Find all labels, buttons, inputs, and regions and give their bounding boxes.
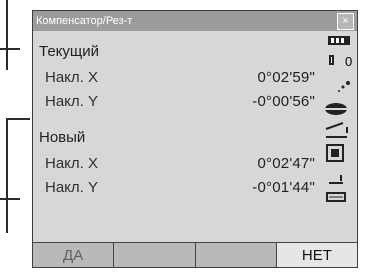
current-section-title: Текущий xyxy=(39,43,99,60)
bracket-top-horizontal xyxy=(0,48,20,50)
close-icon[interactable]: × xyxy=(337,13,354,30)
status-icon-column: 0 xyxy=(323,31,357,241)
bracket-bottom-horizontal xyxy=(0,198,20,200)
current-tilt-x-value: 0°02'59" xyxy=(257,69,315,86)
bracket-top-vertical xyxy=(6,0,8,70)
softkey-2[interactable] xyxy=(114,243,196,267)
softkey-1-yes[interactable]: ДА xyxy=(33,243,115,267)
bracket-mid-horizontal xyxy=(6,118,30,120)
new-tilt-x-value: 0°02'47" xyxy=(257,155,315,172)
window-titlebar: Компенсатор/Рез-т xyxy=(33,11,357,31)
current-tilt-x-label: Накл. X xyxy=(45,69,98,86)
current-tilt-y-label: Накл. Y xyxy=(45,93,98,110)
new-section-title: Новый xyxy=(39,129,86,146)
compensator-values-panel: Текущий Накл. X 0°02'59" Накл. Y -0°00'5… xyxy=(33,31,321,241)
new-tilt-y-value: -0°01'44" xyxy=(252,179,315,196)
softkey-4-no[interactable]: НЕТ xyxy=(276,243,357,267)
compensator-result-screen: Компенсатор/Рез-т × Текущий Накл. X 0°02… xyxy=(32,10,358,268)
new-tilt-y-label: Накл. Y xyxy=(45,179,98,196)
current-tilt-y-value: -0°00'56" xyxy=(252,93,315,110)
window-title: Компенсатор/Рез-т xyxy=(36,15,133,27)
softkey-3[interactable] xyxy=(196,243,277,267)
bracket-mid-vertical xyxy=(6,118,8,233)
softkey-bar: ДА НЕТ xyxy=(33,242,357,267)
new-tilt-x-label: Накл. X xyxy=(45,155,98,172)
keyboard-icon xyxy=(326,192,346,202)
